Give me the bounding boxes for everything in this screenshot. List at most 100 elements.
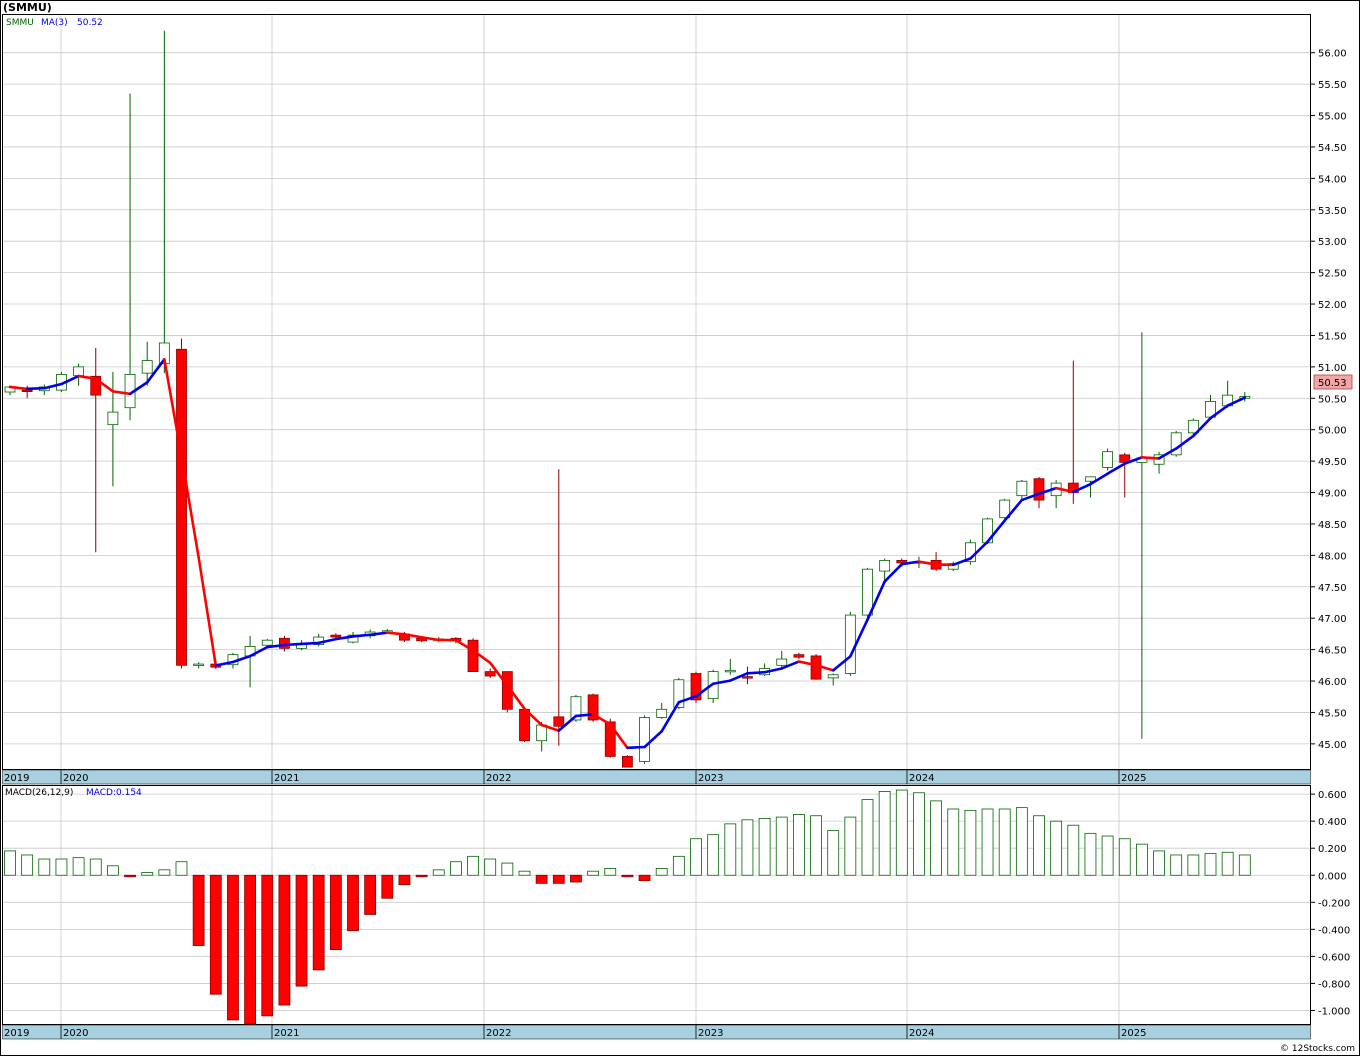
- macd-bar-positive: [38, 858, 51, 876]
- macd-tick-label: -1.000: [1318, 1006, 1350, 1017]
- price-tick-label: 46.50: [1318, 646, 1347, 657]
- footer-credit: © 12Stocks.com: [1280, 1044, 1355, 1054]
- candle-body-down: [742, 676, 753, 679]
- macd-x-label: 2024: [909, 1028, 934, 1039]
- candle: [176, 338, 187, 669]
- candle-body-up: [1102, 451, 1113, 468]
- macd-x-label: 2023: [698, 1028, 723, 1039]
- candle: [639, 715, 650, 764]
- macd-bar-negative: [381, 874, 394, 899]
- price-tick-label: 54.50: [1318, 143, 1347, 154]
- price-tick-label: 48.50: [1318, 520, 1347, 531]
- macd-bar-positive: [158, 869, 171, 876]
- price-tick-label: 46.00: [1318, 677, 1347, 688]
- macd-bar-positive: [604, 868, 617, 876]
- macd-bar-negative: [312, 874, 325, 971]
- price-x-label: 2019: [4, 773, 29, 784]
- macd-bar-positive: [1204, 853, 1217, 876]
- price-panel: 45.00 45.50 46.00 46.50 47.00 47.50 48.00 48.50…: [2, 14, 1353, 785]
- ma-segment: [300, 641, 321, 646]
- candle-body-up: [827, 674, 839, 679]
- macd-bar-positive: [1067, 824, 1080, 876]
- price-tick-label: 56.00: [1318, 49, 1347, 60]
- candle: [1170, 430, 1182, 457]
- macd-bar-positive: [895, 789, 908, 876]
- candle-body-up: [141, 360, 153, 374]
- candle-body-down: [1033, 478, 1045, 501]
- price-x-axis-band: [2, 769, 1311, 785]
- macd-bar-positive: [1050, 820, 1063, 876]
- macd-bar-positive: [467, 855, 479, 876]
- macd-bar-negative: [638, 874, 651, 882]
- price-x-label: 2024: [909, 773, 934, 784]
- macd-bar-positive: [741, 819, 754, 876]
- macd-x-label: 2020: [63, 1028, 88, 1039]
- candle-body-up: [261, 639, 273, 646]
- macd-tick-label: 0.400: [1318, 817, 1347, 828]
- candle-body-down: [330, 634, 342, 638]
- macd-x-label: 2021: [274, 1028, 299, 1039]
- candle-body-up: [656, 708, 668, 718]
- macd-bar-positive: [587, 870, 599, 876]
- price-tick-label: 51.50: [1318, 331, 1347, 342]
- macd-bar-negative: [244, 874, 257, 1025]
- last-price-label: 50.53: [1318, 378, 1347, 389]
- macd-bar-negative: [347, 874, 359, 932]
- macd-bar-positive: [707, 834, 720, 876]
- macd-bar-negative: [364, 874, 377, 915]
- macd-bar-negative: [124, 874, 136, 878]
- macd-bar-positive: [655, 868, 668, 876]
- macd-bar-positive: [913, 792, 925, 876]
- macd-bar-positive: [878, 791, 891, 876]
- candle-body-down: [553, 716, 565, 727]
- macd-panel: 0.600 0.400 0.200 0.000 -0.200 -0.400 -0.600 -0…: [2, 785, 1350, 1040]
- price-x-label: 2020: [63, 773, 88, 784]
- candle: [622, 755, 633, 768]
- price-tick-label: 45.50: [1318, 708, 1347, 719]
- macd-bar-positive: [775, 816, 788, 876]
- macd-x-label: 2022: [486, 1028, 511, 1039]
- price-x-label: 2023: [698, 773, 723, 784]
- macd-bar-positive: [72, 857, 85, 876]
- price-tick-label: 51.00: [1318, 363, 1347, 374]
- price-tick-label: 54.00: [1318, 174, 1347, 185]
- price-tick-label: 49.50: [1318, 457, 1347, 468]
- legend-ma-value: 50.52: [77, 18, 103, 28]
- ma-segment: [283, 642, 303, 647]
- macd-x-axis-band: [2, 1024, 1311, 1040]
- ma-segment: [746, 670, 766, 675]
- candle-body-up: [107, 411, 119, 426]
- macd-tick-label: -0.400: [1318, 925, 1350, 936]
- price-tick-label: 50.00: [1318, 426, 1347, 437]
- macd-bar-positive: [672, 855, 685, 876]
- macd-bar-positive: [930, 800, 942, 876]
- macd-bar-positive: [449, 861, 462, 876]
- macd-bar-positive: [793, 813, 805, 876]
- macd-bar-positive: [861, 799, 874, 876]
- macd-tick-label: 0.600: [1318, 790, 1347, 801]
- macd-bar-positive: [21, 854, 34, 876]
- macd-bar-positive: [690, 838, 702, 876]
- candle-body-up: [724, 669, 736, 673]
- macd-x-label: 2019: [4, 1028, 29, 1039]
- price-tick-label: 55.50: [1318, 80, 1347, 91]
- macd-bar-negative: [261, 874, 274, 1017]
- price-tick-label: 52.00: [1318, 300, 1347, 311]
- macd-bar-positive: [724, 823, 737, 876]
- ma-segment: [351, 633, 372, 638]
- macd-bar-negative: [535, 874, 548, 884]
- macd-bar-negative: [415, 874, 428, 878]
- candle-body-up: [193, 663, 205, 666]
- candle: [844, 611, 856, 677]
- candle: [1102, 448, 1113, 471]
- ma-segment: [385, 631, 406, 636]
- price-tick-label: 50.50: [1318, 394, 1347, 405]
- candle-body-up: [844, 614, 856, 674]
- macd-bar-negative: [329, 874, 342, 951]
- candle-body-down: [622, 756, 633, 768]
- macd-bar-negative: [278, 874, 291, 1006]
- candle-body-up: [879, 559, 891, 572]
- macd-bar-positive: [947, 808, 960, 876]
- macd-tick-label: -0.600: [1318, 952, 1350, 963]
- macd-bar-positive: [844, 816, 857, 876]
